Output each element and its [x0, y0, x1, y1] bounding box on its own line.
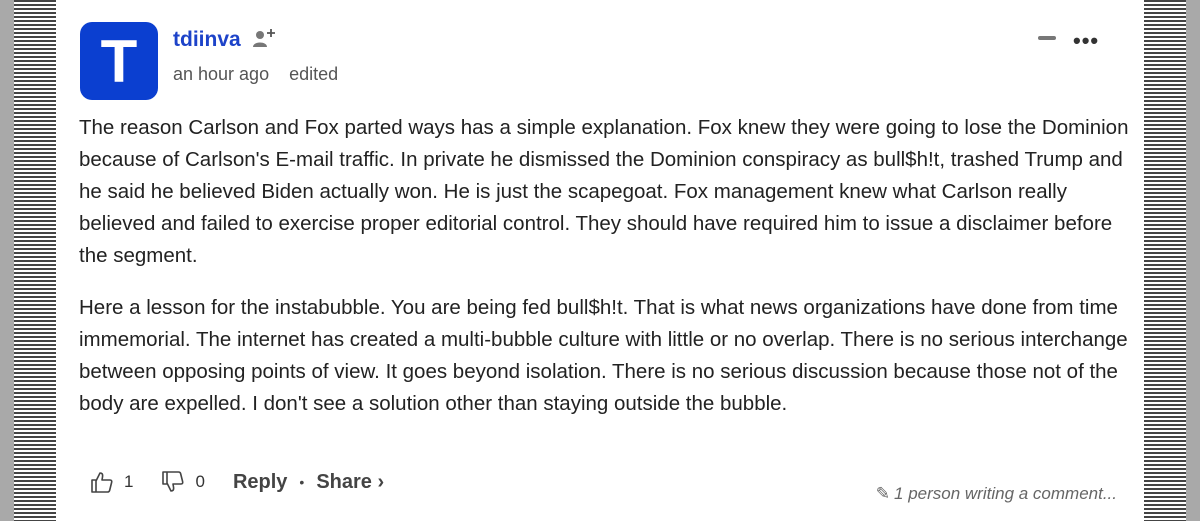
timestamp[interactable]: an hour ago	[173, 64, 269, 84]
comment-paragraph: The reason Carlson and Fox parted ways h…	[79, 116, 1129, 267]
dislike-count: 0	[195, 472, 205, 491]
writing-indicator: ✎ 1 person writing a comment...	[876, 484, 1117, 504]
left-decorative-border	[14, 0, 56, 521]
like-count: 1	[124, 472, 134, 491]
comment-actions: 1 0 Reply • Share ›	[90, 470, 384, 494]
comment-card: T tdiinva an hour ago edited ••• The reas…	[58, 0, 1142, 521]
username-link[interactable]: tdiinva	[173, 28, 241, 52]
left-gutter	[0, 0, 14, 521]
more-options-icon[interactable]: •••	[1073, 28, 1099, 54]
avatar[interactable]: T	[80, 22, 158, 100]
edited-label: edited	[289, 64, 339, 84]
avatar-letter: T	[100, 27, 138, 95]
separator: •	[299, 474, 305, 490]
right-decorative-border	[1144, 0, 1186, 521]
comment-meta: an hour ago edited	[173, 64, 338, 85]
minimize-icon[interactable]	[1038, 36, 1056, 40]
right-gutter	[1186, 0, 1200, 521]
share-button[interactable]: Share ›	[316, 471, 384, 494]
writing-text: 1 person writing a comment...	[894, 484, 1117, 503]
reply-button[interactable]: Reply	[233, 471, 287, 494]
comment-paragraph: Here a lesson for the instabubble. You a…	[79, 296, 1128, 415]
comment-body: The reason Carlson and Fox parted ways h…	[79, 112, 1139, 440]
thumbs-down-icon[interactable]	[161, 470, 185, 494]
pencil-icon: ✎	[875, 484, 891, 503]
thumbs-up-icon[interactable]	[90, 470, 114, 494]
add-user-icon[interactable]	[252, 27, 276, 51]
